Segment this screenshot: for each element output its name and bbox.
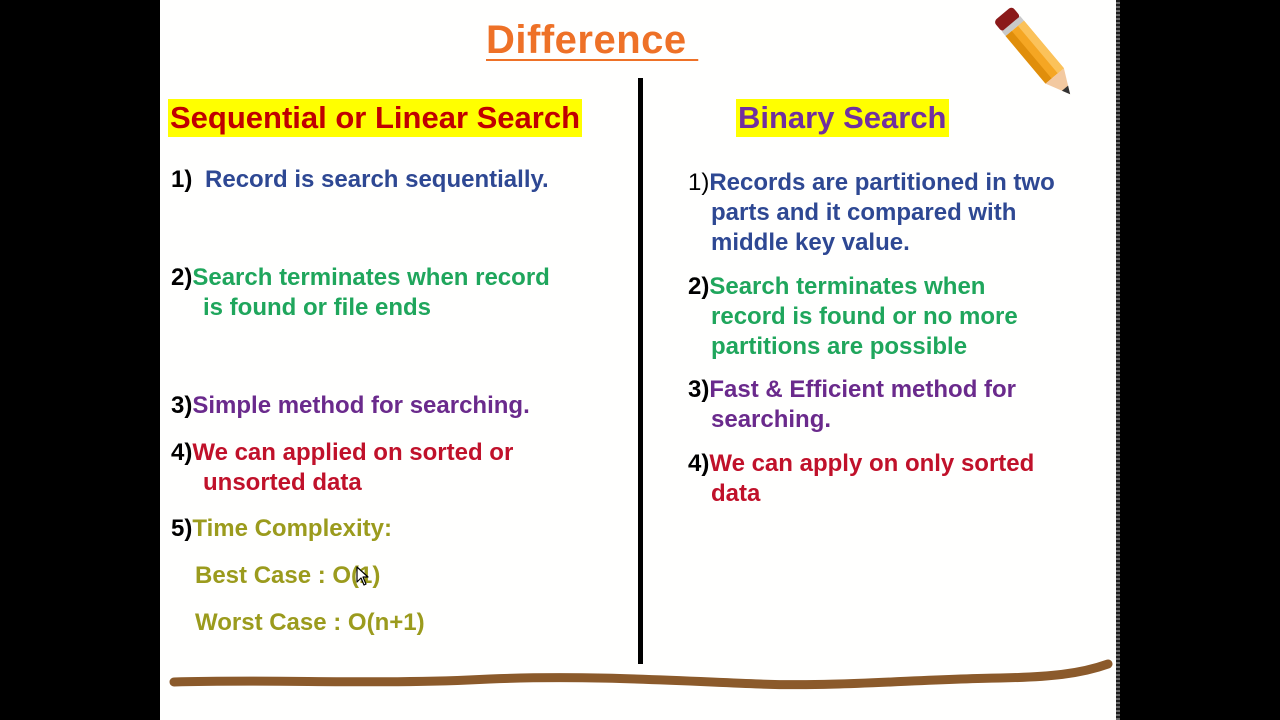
item-text: We can apply on only sorted (709, 450, 1035, 477)
right-heading: Binary Search (736, 99, 949, 137)
left-item-2: 2)Search terminates when record is found… (171, 263, 550, 323)
left-item-3: 3)Simple method for searching. (171, 391, 530, 421)
edge-strip (1116, 0, 1120, 720)
item-text: Search terminates when record (192, 264, 550, 291)
item-text-continued: parts and it compared with (711, 199, 1017, 226)
item-text: We can applied on sorted or (192, 439, 514, 466)
item-number: 4) (171, 439, 193, 466)
right-item-3: 3)Fast & Efficient method for searching. (688, 375, 1016, 435)
item-number: 1) (688, 169, 710, 196)
item-text: Simple method for searching. (192, 392, 530, 419)
item-number: 2) (171, 264, 193, 291)
best-case: Best Case : O(1) (195, 562, 381, 589)
item-text-continued: searching. (711, 406, 832, 433)
item-text-continued: unsorted data (203, 469, 362, 496)
item-number: 3) (171, 392, 193, 419)
pencil-icon (995, 7, 1071, 95)
item-text: Search terminates when (709, 273, 986, 300)
right-item-4: 4)We can apply on only sorted data (688, 449, 1034, 509)
item-text: Fast & Efficient method for (709, 376, 1017, 403)
left-item-1: 1) Record is search sequentially. (171, 165, 549, 195)
item-text: Time Complexity: (192, 515, 392, 542)
item-number: 5) (171, 515, 193, 542)
worst-case: Worst Case : O(n+1) (195, 609, 425, 636)
right-item-1: 1)Records are partitioned in two parts a… (688, 168, 1055, 258)
item-text-continued: data (711, 480, 761, 507)
item-number: 3) (688, 376, 710, 403)
right-item-2: 2)Search terminates when record is found… (688, 272, 1018, 362)
left-heading: Sequential or Linear Search (168, 99, 583, 137)
item-text-continued: middle key value. (711, 229, 910, 256)
item-text-continued: partitions are possible (711, 333, 968, 360)
mouse-cursor-icon (356, 566, 369, 586)
left-item-5: 5)Time Complexity: (171, 514, 392, 544)
column-divider (638, 78, 643, 664)
item-text-continued: record is found or no more (711, 303, 1018, 330)
slide: Difference Sequential or Linear Search B… (160, 0, 1120, 720)
slide-title: Difference (486, 18, 699, 62)
item-number: 1) (171, 166, 193, 193)
item-number: 4) (688, 450, 710, 477)
left-item-4: 4)We can applied on sorted or unsorted d… (171, 438, 513, 498)
item-text: Records are partitioned in two (709, 169, 1055, 196)
ground-line (169, 659, 1113, 690)
item-number: 2) (688, 273, 710, 300)
item-text: Record is search sequentially. (205, 166, 549, 193)
item-text-continued: is found or file ends (203, 294, 432, 321)
